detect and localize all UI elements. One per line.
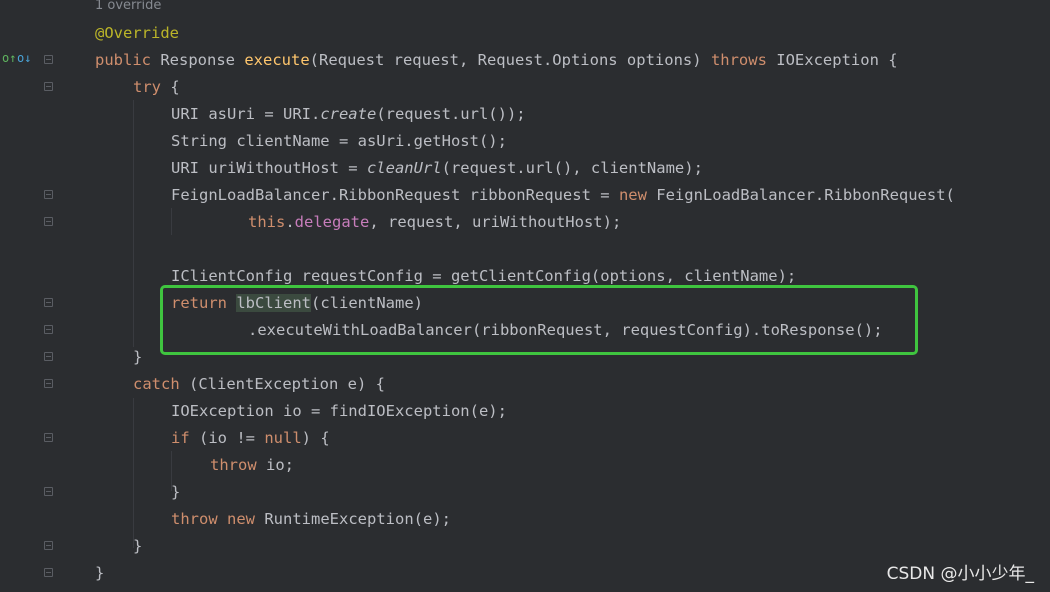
keyword-token: throws [710,51,767,69]
code-token: (ClientException e) { [179,375,385,393]
fold-marker-method[interactable] [44,55,53,64]
code-token: } [133,537,143,555]
fold-marker-try-end[interactable] [44,352,53,361]
keyword-token: public [95,51,151,69]
code-token: String clientName = asUri.getHost(); [171,132,507,150]
fold-marker-method-end[interactable] [44,568,53,577]
code-line-17[interactable]: } [171,479,180,506]
code-token: . [285,213,295,231]
code-token: FeignLoadBalancer.RibbonRequest ribbonRe… [171,186,619,204]
code-token: IOException io = findIOException(e); [171,402,507,420]
keyword-token: if [171,429,190,447]
code-line-8[interactable]: this.delegate, request, uriWithoutHost); [248,209,621,236]
code-line-19[interactable]: } [133,533,142,560]
method-name-token: execute [244,51,310,69]
code-line-16[interactable]: throw io; [210,452,294,479]
keyword-token: catch [133,375,180,393]
code-line-18[interactable]: throw new RuntimeException(e); [171,506,451,533]
code-token: } [95,564,105,582]
code-token: URI uriWithoutHost = [171,159,367,177]
keyword-token: throw [171,510,218,528]
static-call-token: create [320,105,377,123]
usage-hint[interactable]: 1 override [95,0,161,13]
fold-marker-ribbon-end[interactable] [44,217,53,226]
code-token: , request, uriWithoutHost); [369,213,622,231]
keyword-token: throw [210,456,257,474]
keyword-token: null [264,429,302,447]
override-icon[interactable]: o↑ [2,51,16,65]
implemented-icon[interactable]: o↓ [17,51,31,65]
keyword-token: this [248,213,286,231]
code-token: } [133,348,143,366]
code-line-5[interactable]: String clientName = asUri.getHost(); [171,128,507,155]
code-token: } [171,483,181,501]
fold-marker-ribbon[interactable] [44,190,53,199]
code-token: IOException { [766,51,898,69]
code-line-14[interactable]: IOException io = findIOException(e); [171,398,507,425]
highlight-box [160,285,918,355]
watermark: CSDN @小小少年_ [886,564,1034,584]
code-line-1[interactable]: @Override [95,20,179,47]
fold-marker-if[interactable] [44,433,53,442]
code-line-3[interactable]: try { [133,74,180,101]
code-line-20[interactable]: } [95,560,104,587]
code-token: { [161,78,180,96]
code-token: (io != [189,429,265,447]
code-token: (request.url()); [376,105,526,123]
code-line-12[interactable]: } [133,344,142,371]
fold-marker-catch[interactable] [44,379,53,388]
field-token: delegate [294,213,370,231]
editor-gutter: o↑ o↓ [0,0,64,592]
keyword-token: new [227,510,256,528]
code-line-4[interactable]: URI asUri = URI.create(request.url()); [171,101,526,128]
indent-guide [133,398,134,548]
code-token: URI asUri = URI. [171,105,321,123]
code-token: FeignLoadBalancer.RibbonRequest( [646,186,955,204]
fold-marker-return-end[interactable] [44,325,53,334]
indent-guide [171,208,172,235]
code-token: (Request request, Request.Options option… [309,51,711,69]
static-call-token: cleanUrl [366,159,442,177]
keyword-token: try [133,78,161,96]
indent-guide [133,100,134,347]
code-token: RuntimeException(e); [255,510,451,528]
code-token: Response [151,51,245,69]
code-token: ) { [301,429,330,447]
fold-marker-catch-end[interactable] [44,541,53,550]
code-line-6[interactable]: URI uriWithoutHost = cleanUrl(request.ur… [171,155,703,182]
code-line-13[interactable]: catch (ClientException e) { [133,371,385,398]
code-token: IClientConfig requestConfig = getClientC… [171,267,797,285]
fold-marker-if-end[interactable] [44,487,53,496]
code-token: io; [256,456,294,474]
keyword-token: new [618,186,647,204]
code-token: (request.url(), clientName); [441,159,703,177]
fold-marker-return[interactable] [44,298,53,307]
code-line-2[interactable]: public Response execute(Request request,… [95,47,898,74]
annotation-token: @Override [95,24,179,42]
code-line-7[interactable]: FeignLoadBalancer.RibbonRequest ribbonRe… [171,182,955,209]
fold-marker-try[interactable] [44,82,53,91]
code-line-15[interactable]: if (io != null) { [171,425,330,452]
